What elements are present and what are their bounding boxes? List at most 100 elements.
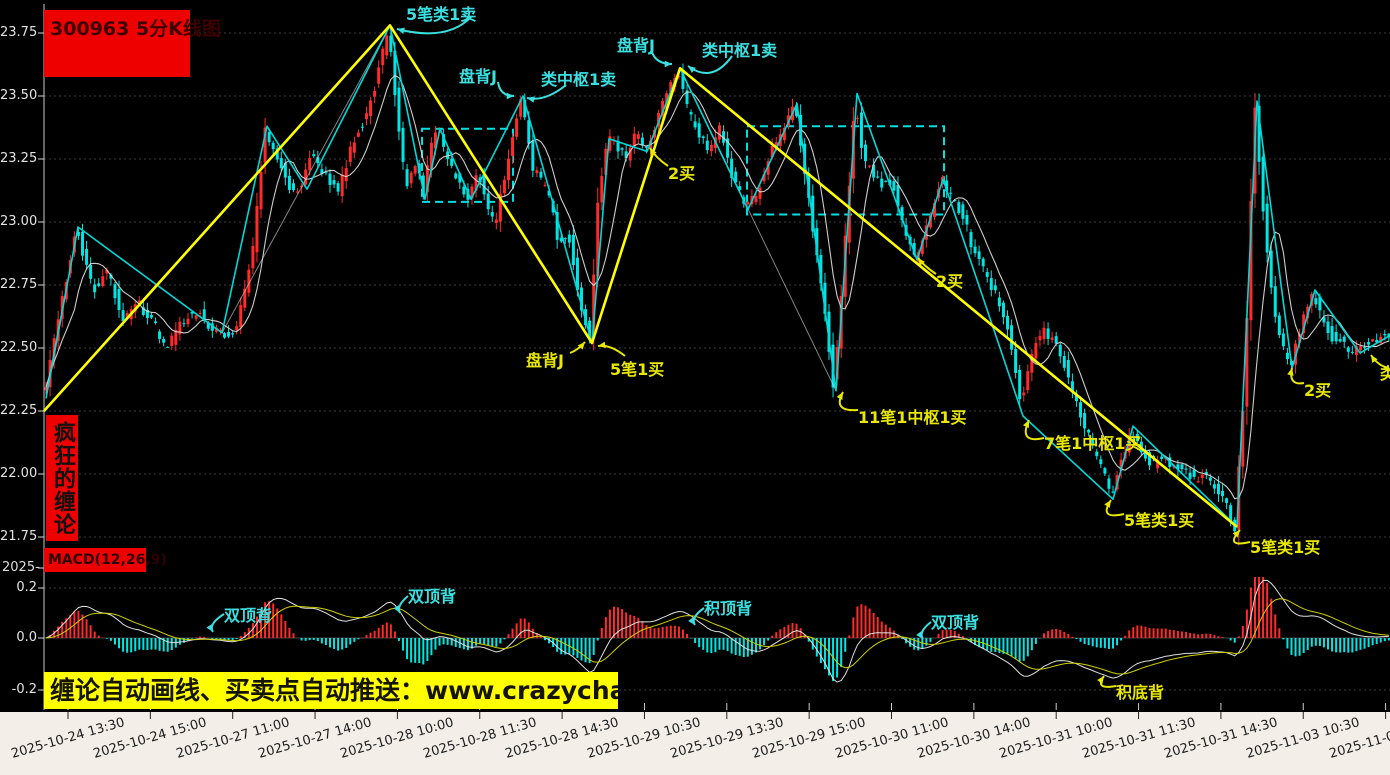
candle	[1006, 316, 1009, 329]
dea-line-group	[46, 599, 1389, 674]
candle	[1197, 481, 1200, 482]
candle	[527, 120, 530, 143]
candle	[1083, 413, 1086, 428]
candle	[600, 176, 603, 202]
candle	[1270, 251, 1273, 288]
candle	[223, 333, 226, 337]
candle	[1099, 459, 1102, 464]
candle	[1201, 475, 1204, 478]
candle	[414, 166, 417, 173]
candle	[118, 289, 121, 310]
candle	[1266, 204, 1269, 253]
candle	[308, 158, 311, 170]
candle	[373, 91, 376, 97]
candle	[1055, 336, 1058, 344]
candle	[1351, 352, 1354, 353]
candle	[1034, 343, 1037, 358]
candle	[1107, 478, 1110, 488]
candle	[1180, 464, 1183, 469]
candle	[515, 118, 518, 136]
chart-canvas[interactable]	[0, 0, 1390, 775]
candle	[235, 326, 238, 330]
candle	[280, 158, 283, 168]
candle	[746, 202, 749, 204]
candle	[1014, 349, 1017, 373]
annotation-arrow	[652, 52, 672, 64]
partial-year-label: 2025-	[2, 560, 40, 575]
candle	[353, 143, 356, 153]
annotation-arrowhead	[665, 61, 672, 68]
candle	[385, 36, 388, 56]
candle	[341, 175, 344, 196]
candle	[1026, 371, 1029, 390]
candle	[503, 180, 506, 194]
candle	[884, 181, 887, 182]
candle	[195, 315, 198, 318]
candle	[1079, 402, 1082, 417]
candle	[1274, 286, 1277, 317]
candle	[754, 196, 757, 202]
candle	[450, 159, 453, 166]
trend-line-group	[44, 25, 1237, 527]
candle	[961, 204, 964, 218]
candle	[369, 101, 372, 117]
candle	[365, 113, 368, 119]
candle	[1367, 342, 1370, 345]
annotation-arrow	[397, 16, 472, 33]
candle	[706, 141, 709, 151]
candle	[507, 159, 510, 181]
candle	[81, 232, 84, 256]
candle	[101, 276, 104, 286]
candle	[572, 235, 575, 265]
candle	[345, 168, 348, 181]
candle	[633, 134, 636, 147]
candle	[1038, 336, 1041, 340]
candle	[1314, 298, 1317, 304]
candle	[337, 183, 340, 191]
annotation-arrowhead	[206, 624, 213, 632]
candle	[333, 180, 336, 184]
candle	[397, 88, 400, 132]
candle	[986, 272, 989, 277]
candle	[1282, 334, 1285, 347]
candle	[1087, 430, 1090, 433]
candle	[1363, 347, 1366, 348]
dea-line	[46, 599, 1389, 674]
candle	[292, 183, 295, 190]
candle	[227, 332, 230, 337]
macd-indicator-label-box: MACD(12,26,9)	[44, 548, 146, 572]
annotation-arrow	[688, 56, 732, 73]
candle	[1221, 491, 1224, 496]
annotation-arrowhead	[598, 342, 606, 348]
annotation-arrows	[206, 16, 1389, 687]
candle	[544, 185, 547, 186]
candle	[978, 251, 981, 259]
candle	[880, 179, 883, 188]
candle	[1343, 337, 1346, 342]
candle	[690, 112, 693, 114]
candle	[860, 113, 863, 148]
candle	[113, 284, 116, 298]
watermark-text: 疯狂的缠论	[50, 421, 75, 536]
candle	[483, 175, 486, 194]
candle	[957, 202, 960, 213]
candle	[539, 172, 542, 178]
candle	[1043, 328, 1046, 339]
candle	[288, 176, 291, 190]
candle	[949, 193, 952, 194]
candle	[1213, 484, 1216, 488]
candle	[1347, 347, 1350, 351]
candle	[965, 215, 968, 224]
candle	[97, 283, 100, 286]
macd-histogram	[46, 577, 1389, 681]
annotation-arrow	[212, 614, 224, 632]
candle	[1383, 334, 1386, 335]
candle	[1018, 370, 1021, 399]
annotation-arrow	[922, 622, 931, 639]
promo-banner-text: 缠论自动画线、买卖点自动推送：www.crazychanlun.com	[50, 676, 618, 705]
candle	[93, 284, 96, 292]
candle	[1225, 498, 1228, 503]
candle	[1262, 157, 1265, 212]
candle	[1335, 332, 1338, 341]
candle	[268, 132, 271, 142]
